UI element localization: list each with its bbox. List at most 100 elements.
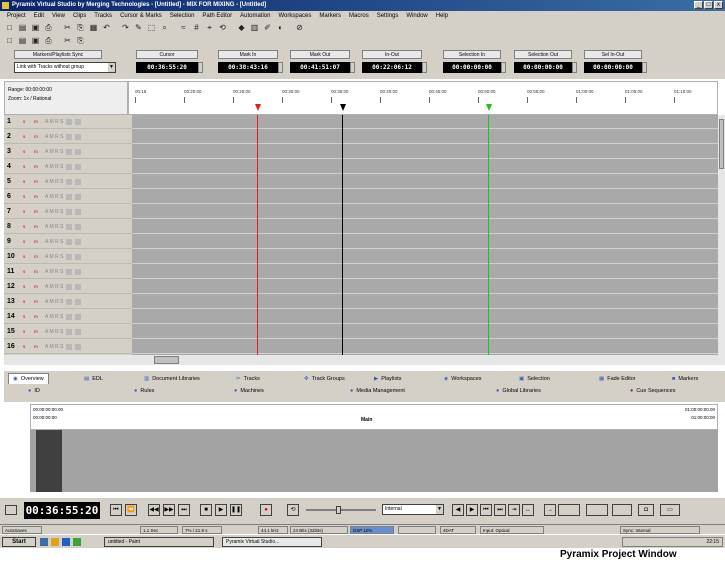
pause-button[interactable]: ❚❚ <box>230 504 242 516</box>
mute-button[interactable]: m <box>34 119 42 124</box>
group-icon[interactable]: ⎙ <box>43 35 54 46</box>
close-button[interactable]: x <box>714 1 723 9</box>
menu-edit[interactable]: Edit <box>30 13 48 19</box>
track-flags[interactable]: A M R S <box>45 314 63 320</box>
menu-clips[interactable]: Clips <box>69 13 90 19</box>
mute-button[interactable]: m <box>34 149 42 154</box>
track-lane[interactable] <box>132 265 718 279</box>
scrub-icon[interactable]: ≈ <box>178 22 189 33</box>
track-flags[interactable]: A M R S <box>45 329 63 335</box>
track-lane[interactable] <box>132 220 718 234</box>
track-lane[interactable] <box>132 235 718 249</box>
record-arm-icon[interactable] <box>66 193 73 200</box>
solo-button[interactable]: s <box>23 284 31 289</box>
subtab-global-libraries[interactable]: ● Global Libraries <box>496 388 541 394</box>
track-lane[interactable] <box>132 160 718 174</box>
fast-rewind-button[interactable]: ◀◀ <box>148 504 160 516</box>
track-header[interactable]: 5 smA M R S <box>4 175 132 189</box>
grid-icon[interactable]: # <box>191 22 202 33</box>
selection-out-timecode[interactable]: 00:00:00:00 <box>514 62 572 73</box>
view-toggle-3[interactable] <box>612 504 632 516</box>
solo-button[interactable]: s <box>23 224 31 229</box>
sync-mode-select[interactable]: Internal ▼ <box>382 504 444 515</box>
mark-out-spin[interactable] <box>350 62 355 73</box>
cut-icon[interactable]: ✂ <box>62 22 73 33</box>
track-area[interactable] <box>132 115 718 355</box>
track-flags[interactable]: A M R S <box>45 119 63 125</box>
record-arm-icon[interactable] <box>66 343 73 350</box>
scrub-button[interactable]: ↔ <box>522 504 534 516</box>
track-flags[interactable]: A M R S <box>45 209 63 215</box>
edit-icon[interactable]: ✐ <box>262 22 273 33</box>
selection-in-timecode[interactable]: 00:00:00:00 <box>443 62 501 73</box>
menu-window[interactable]: Window <box>402 13 431 19</box>
input-icon[interactable] <box>75 178 82 185</box>
view-toggle-2[interactable] <box>586 504 608 516</box>
browser-icon[interactable] <box>62 538 70 546</box>
mute-button[interactable]: m <box>34 344 42 349</box>
menu-help[interactable]: Help <box>432 13 452 19</box>
view-icon[interactable]: □ <box>4 35 15 46</box>
mute-button[interactable]: m <box>34 314 42 319</box>
track-flags[interactable]: A M R S <box>45 179 63 185</box>
solo-button[interactable]: s <box>23 329 31 334</box>
rewind-to-start-button[interactable]: ⏮ <box>110 504 122 516</box>
solo-button[interactable]: s <box>23 149 31 154</box>
record-arm-icon[interactable] <box>66 328 73 335</box>
input-icon[interactable] <box>75 148 82 155</box>
solo-button[interactable]: s <box>23 209 31 214</box>
mute-button[interactable]: m <box>34 164 42 169</box>
record-arm-icon[interactable] <box>66 163 73 170</box>
selection-out-spin[interactable] <box>572 62 577 73</box>
in-out-spin[interactable] <box>422 62 427 73</box>
mark-out-marker[interactable] <box>488 115 489 355</box>
in-out-timecode[interactable]: 00:22:06:12 <box>362 62 422 73</box>
print-icon[interactable]: ⎙ <box>43 22 54 33</box>
link-icon[interactable]: ✂ <box>62 35 73 46</box>
input-icon[interactable] <box>75 328 82 335</box>
solo-button[interactable]: s <box>23 239 31 244</box>
solo-button[interactable]: s <box>23 344 31 349</box>
menu-selection[interactable]: Selection <box>166 13 199 19</box>
loop-button[interactable]: ⟲ <box>287 504 299 516</box>
track-flags[interactable]: A M R S <box>45 254 63 260</box>
tab-overview[interactable]: ◉ Overview <box>8 373 49 384</box>
stop-button[interactable]: ■ <box>200 504 212 516</box>
track-lane[interactable] <box>132 250 718 264</box>
track-lane[interactable] <box>132 325 718 339</box>
record-arm-icon[interactable] <box>66 208 73 215</box>
fast-forward-button[interactable]: ▶▶ <box>163 504 175 516</box>
track-header[interactable]: 16 s m A M R S <box>4 340 132 354</box>
select-icon[interactable]: ⬚ <box>146 22 157 33</box>
record-arm-icon[interactable] <box>66 148 73 155</box>
cursor-timecode[interactable]: 00:36:55:20 <box>136 62 198 73</box>
mute-button[interactable]: m <box>34 224 42 229</box>
jog-back-button[interactable]: ◀ <box>452 504 464 516</box>
cursor-line[interactable] <box>342 115 343 355</box>
track-header[interactable]: 15 s m A M R S <box>4 325 132 339</box>
explorer-icon[interactable] <box>51 538 59 546</box>
transport-timecode[interactable]: 00:36:55:20 <box>24 502 100 519</box>
track-flags[interactable]: A M R S <box>45 224 63 230</box>
tab-edl[interactable]: ▤ EDL <box>84 373 103 384</box>
mix-icon[interactable]: ▥ <box>249 22 260 33</box>
mute-button[interactable]: m <box>34 134 42 139</box>
mark-in-marker[interactable] <box>257 115 258 355</box>
track-flags[interactable]: A M R S <box>45 284 63 290</box>
track-lane[interactable] <box>132 115 718 129</box>
mute-icon[interactable]: ⊘ <box>294 22 305 33</box>
record-arm-icon[interactable] <box>66 118 73 125</box>
camera-icon[interactable]: ◘ <box>638 504 654 516</box>
markers-sync-select[interactable]: Link with Tracks without group ▼ <box>14 62 116 73</box>
subtab-media-management[interactable]: ● Media Management <box>350 388 405 394</box>
track-flags[interactable]: A M R S <box>45 239 63 245</box>
mute-button[interactable]: m <box>34 284 42 289</box>
input-icon[interactable] <box>75 193 82 200</box>
minimize-button[interactable]: _ <box>694 1 703 9</box>
end-button[interactable]: ⏭ <box>178 504 190 516</box>
solo-button[interactable]: s <box>23 179 31 184</box>
timeline-ruler[interactable]: 00:18 00:20:00 00:25:00 00:30:00 00:35:00 00:… <box>128 81 718 115</box>
tab-workspaces[interactable]: ◈ Workspaces <box>444 373 481 384</box>
input-icon[interactable] <box>75 313 82 320</box>
input-icon[interactable] <box>75 298 82 305</box>
